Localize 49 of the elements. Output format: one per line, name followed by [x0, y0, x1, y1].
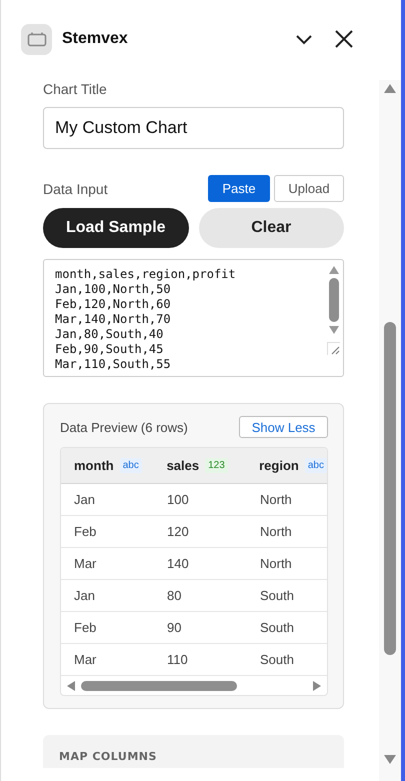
type-tag: abc [304, 458, 327, 473]
table-cell: 100 [167, 492, 189, 507]
show-less-button[interactable]: Show Less [239, 416, 328, 438]
type-tag: abc [120, 458, 142, 473]
load-sample-button[interactable]: Load Sample [43, 208, 188, 248]
table-cell: South [260, 652, 294, 667]
scrollbar-thumb[interactable] [384, 322, 396, 655]
table-cell: 90 [167, 620, 182, 635]
data-text-area[interactable]: month,sales,region,profit Jan,100,North,50 Feb,120,North,60 Mar,140,North,70 Jan,80,South,40 Feb,90,South,45 Mar,110,South,55 [43, 259, 344, 377]
mode-tab[interactable]: Upload [274, 175, 344, 202]
table-cell: 120 [167, 524, 189, 539]
table-cell: Mar [74, 556, 96, 571]
scroll-left-icon[interactable] [67, 680, 75, 690]
field-label: Chart Title [43, 81, 108, 97]
scroll-right-icon[interactable] [313, 680, 321, 690]
chart-title-field[interactable]: My Custom Chart [43, 107, 344, 149]
type-tag: 123 [205, 458, 228, 473]
scroll-up-icon[interactable] [328, 266, 338, 274]
scroll-up-icon[interactable] [384, 84, 396, 93]
app-logo-icon [21, 24, 52, 54]
preview-title: Data Preview (6 rows) [60, 420, 188, 434]
scrollbar-thumb[interactable] [328, 278, 338, 322]
table-cell: Feb [74, 620, 96, 635]
table-cell: Jan [74, 492, 95, 507]
table-cell: 110 [167, 652, 188, 667]
table-cell: South [260, 620, 294, 635]
table-cell: North [260, 492, 292, 507]
field-label: Data Input [43, 180, 108, 196]
table-cell: 80 [167, 588, 182, 603]
table-cell: 140 [167, 556, 189, 571]
column-header: month [74, 458, 114, 473]
column-header: sales [166, 458, 200, 473]
scrollbar-thumb[interactable] [81, 680, 237, 690]
chevron-down-icon[interactable] [295, 33, 313, 45]
table-cell: Jan [74, 588, 95, 603]
scroll-down-icon[interactable] [384, 755, 396, 764]
table-cell: South [260, 588, 294, 603]
close-icon[interactable] [335, 30, 353, 48]
table-cell: Feb [74, 524, 96, 539]
table-cell: North [260, 524, 292, 539]
mode-tab[interactable]: Paste [208, 175, 270, 202]
app-title: Stemvex [62, 30, 129, 48]
table-cell: North [260, 556, 292, 571]
clear-button[interactable]: Clear [198, 208, 344, 248]
column-header: region [259, 458, 299, 473]
resize-handle-icon[interactable] [327, 342, 340, 355]
table-cell: Mar [74, 652, 96, 667]
scroll-down-icon[interactable] [328, 326, 338, 334]
section-title: MAP COLUMNS [59, 750, 157, 763]
